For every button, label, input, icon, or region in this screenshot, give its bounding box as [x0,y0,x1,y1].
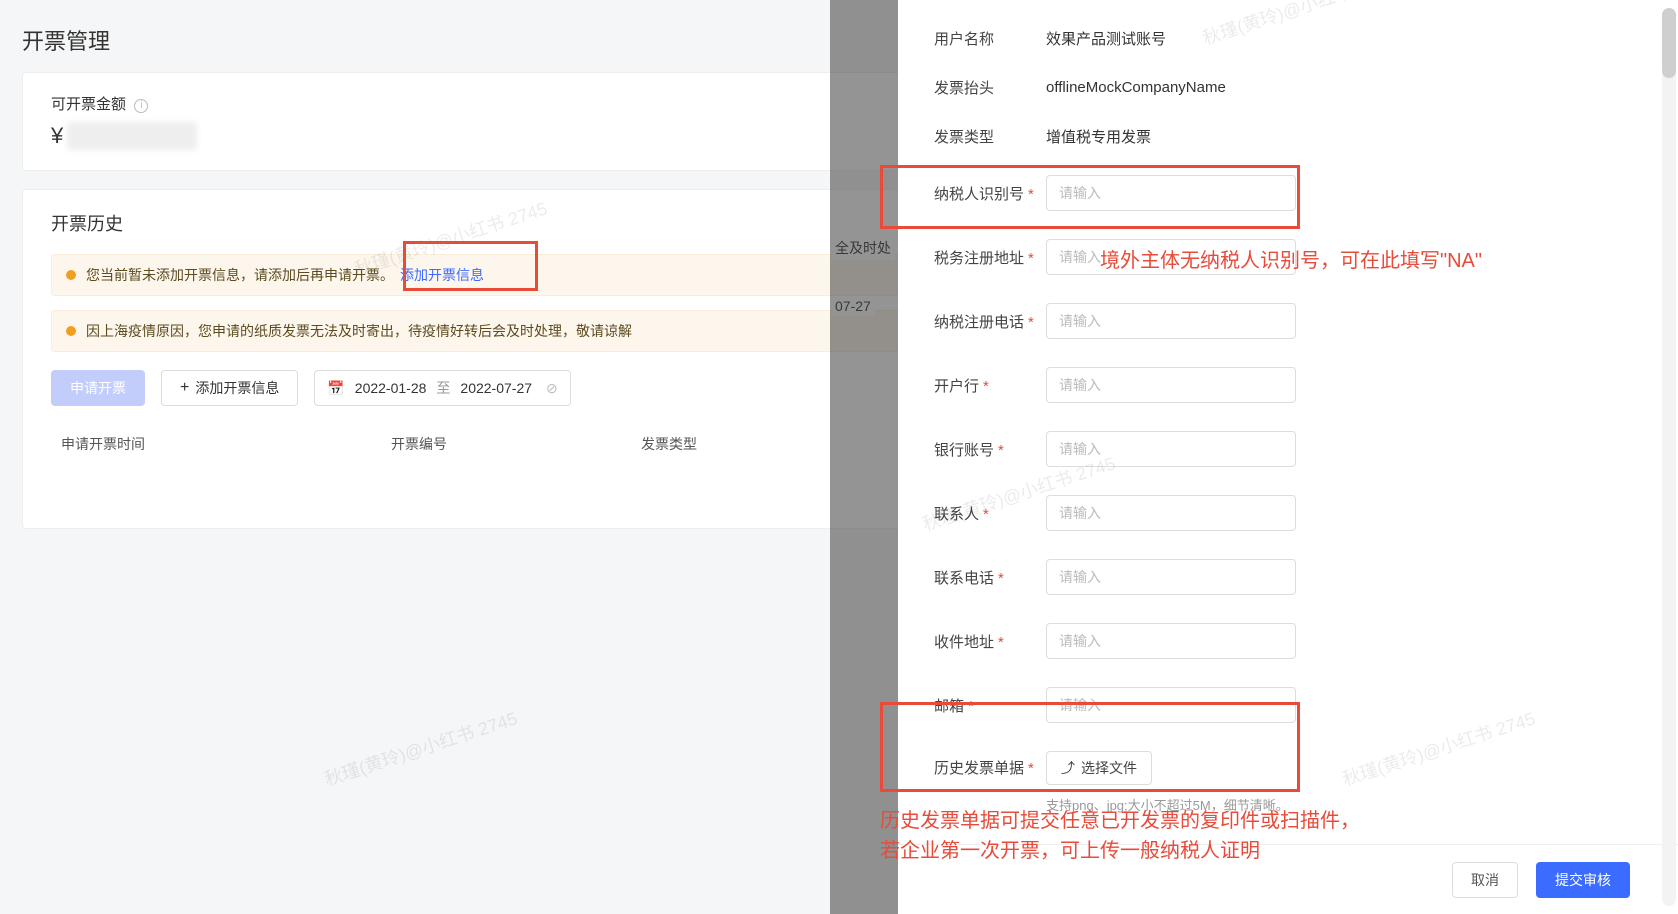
bank-account-input[interactable] [1046,431,1296,467]
bank-account-label: 银行账号* [934,439,1046,460]
date-end: 2022-07-27 [460,380,532,396]
submit-button[interactable]: 提交审核 [1536,862,1630,898]
tax-id-label: 纳税人识别号* [934,183,1046,204]
contact-phone-label: 联系电话* [934,567,1046,588]
field-email: 邮箱* [898,687,1678,723]
contact-label: 联系人* [934,503,1046,524]
invoice-title-label: 发票抬头 [934,77,1046,98]
field-tax-id: 纳税人识别号* [898,175,1678,211]
invoice-type-value: 增值税专用发票 [1046,126,1151,147]
available-amount-label: 可开票金额 [51,96,126,113]
scrollbar-thumb[interactable] [1662,8,1676,78]
tax-id-input[interactable] [1046,175,1296,211]
invoice-title-value: offlineMockCompanyName [1046,79,1226,96]
history-doc-label: 历史发票单据* [934,751,1046,778]
date-range-picker[interactable]: 📅 2022-01-28 至 2022-07-27 ⊘ [314,370,570,406]
upload-icon: ⤴ [1061,758,1075,778]
tax-address-label: 税务注册地址* [934,247,1046,268]
field-bank: 开户行* [898,367,1678,403]
field-tax-phone: 纳税注册电话* [898,303,1678,339]
invoice-type-label: 发票类型 [934,126,1046,147]
file-hint: 支持png、jpg;大小不超过5M，细节清晰。 [1046,795,1289,814]
field-user-name: 用户名称 效果产品测试账号 [898,28,1678,49]
col-apply-time: 申请开票时间 [61,434,391,454]
tax-phone-label: 纳税注册电话* [934,311,1046,332]
add-invoice-info-button[interactable]: + 添加开票信息 [161,370,298,406]
bank-label: 开户行* [934,375,1046,396]
date-start: 2022-01-28 [355,380,427,396]
scrollbar-track[interactable] [1662,8,1676,906]
calendar-icon: 📅 [327,380,344,397]
clear-icon[interactable]: ⊘ [546,380,558,397]
field-contact-phone: 联系电话* [898,559,1678,595]
field-ship-address: 收件地址* [898,623,1678,659]
yen-symbol: ¥ [51,123,63,149]
plus-icon: + [180,379,189,397]
warning-icon [66,326,76,336]
available-amount-block: 可开票金额 i ¥ [51,93,699,150]
user-name-value: 效果产品测试账号 [1046,28,1166,49]
modal-footer: 取消 提交审核 [898,844,1678,914]
field-history-doc: 历史发票单据* ⤴ 选择文件 支持png、jpg;大小不超过5M，细节清晰。 [898,751,1678,814]
watermark: 秋瑾(黄玲)@小红书 2745 [321,705,520,792]
contact-phone-input[interactable] [1046,559,1296,595]
contact-input[interactable] [1046,495,1296,531]
field-contact: 联系人* [898,495,1678,531]
info-icon[interactable]: i [134,99,148,113]
alert-covid-text: 因上海疫情原因，您申请的纸质发票无法及时寄出，待疫情好转后会及时处理，敬请谅解 [86,321,632,341]
alert-no-info-text: 您当前暂未添加开票信息，请添加后再申请开票。 [86,265,394,285]
ship-address-input[interactable] [1046,623,1296,659]
choose-file-label: 选择文件 [1081,758,1137,778]
choose-file-button[interactable]: ⤴ 选择文件 [1046,751,1152,785]
apply-invoice-button[interactable]: 申请开票 [51,370,145,406]
email-label: 邮箱* [934,695,1046,716]
field-tax-address: 税务注册地址* [898,239,1678,275]
col-invoice-no: 开票编号 [391,434,641,454]
available-amount-value [67,122,197,150]
field-invoice-type: 发票类型 增值税专用发票 [898,126,1678,147]
add-invoice-info-link[interactable]: 添加开票信息 [400,265,484,285]
email-input[interactable] [1046,687,1296,723]
cancel-button[interactable]: 取消 [1452,862,1518,898]
ship-address-label: 收件地址* [934,631,1046,652]
bank-input[interactable] [1046,367,1296,403]
date-sep: 至 [436,378,450,398]
field-bank-account: 银行账号* [898,431,1678,467]
user-name-label: 用户名称 [934,28,1046,49]
tax-address-input[interactable] [1046,239,1296,275]
tax-phone-input[interactable] [1046,303,1296,339]
invoice-info-modal: 用户名称 效果产品测试账号 发票抬头 offlineMockCompanyNam… [898,0,1678,914]
add-invoice-info-button-label: 添加开票信息 [195,378,279,398]
field-invoice-title: 发票抬头 offlineMockCompanyName [898,77,1678,98]
warning-icon [66,270,76,280]
